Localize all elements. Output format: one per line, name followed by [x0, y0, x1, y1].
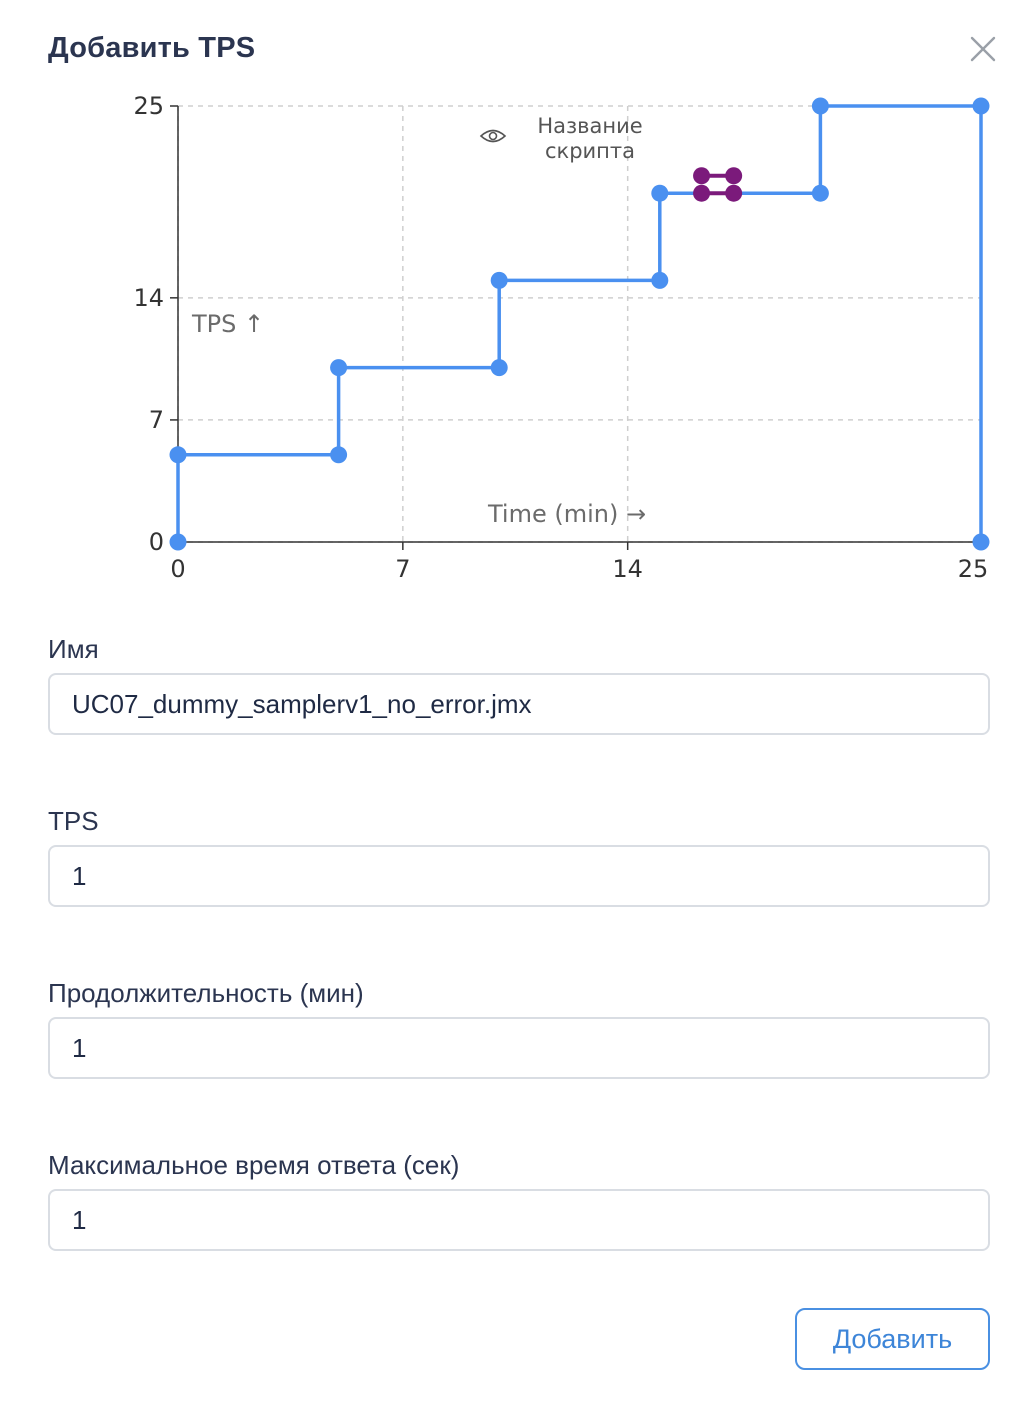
- data-point: [490, 271, 508, 289]
- y-tick-label: 0: [149, 528, 164, 556]
- x-tick-label: 7: [395, 555, 410, 583]
- series-line: [176, 104, 983, 542]
- dialog-title: Добавить TPS: [48, 32, 256, 64]
- name-input[interactable]: [48, 673, 990, 735]
- name-label: Имя: [48, 634, 99, 664]
- y-tick-label: 7: [149, 406, 164, 434]
- tps-input[interactable]: [48, 845, 990, 907]
- data-point: [490, 359, 508, 377]
- eye-icon: [479, 129, 507, 143]
- data-point: [651, 184, 669, 202]
- data-point: [972, 533, 990, 551]
- data-point: [651, 271, 669, 289]
- close-icon: [970, 36, 996, 62]
- x-tick-label: 14: [612, 555, 643, 583]
- tps-chart: 0 7 14 25 0 7 14 25 TPS ↑ Time (min) → Название скр…: [0, 80, 1034, 600]
- max-response-label: Максимальное время ответа (сек): [48, 1150, 460, 1180]
- legend-label-line1: Название: [537, 114, 642, 138]
- x-tick-label: 25: [958, 555, 989, 583]
- marker-point: [725, 184, 743, 202]
- marker-point: [693, 184, 711, 202]
- data-point: [811, 184, 829, 202]
- data-point: [330, 359, 348, 377]
- duration-input[interactable]: [48, 1017, 990, 1079]
- legend-label-line2: скрипта: [545, 139, 635, 163]
- max-response-input[interactable]: [48, 1189, 990, 1251]
- data-point: [169, 533, 187, 551]
- add-button[interactable]: Добавить: [795, 1308, 990, 1370]
- y-tick-label: 14: [133, 284, 164, 312]
- x-tick-label: 0: [170, 555, 185, 583]
- tps-chart-svg: 0 7 14 25 0 7 14 25 TPS ↑ Time (min) → Названиескр…: [133, 92, 990, 583]
- tps-label: TPS: [48, 806, 99, 836]
- duration-label: Продолжительность (мин): [48, 978, 364, 1008]
- marker-point: [725, 167, 743, 185]
- data-point: [330, 446, 348, 464]
- data-point: [169, 446, 187, 464]
- add-tps-dialog: Добавить TPS 0 7 14 25 0 7 14 25 TPS ↑ Time (min)…: [0, 0, 1034, 1407]
- y-axis-label: TPS ↑: [191, 310, 264, 338]
- x-axis-label: Time (min) →: [487, 500, 646, 528]
- marker-point: [693, 167, 711, 185]
- data-point: [972, 97, 990, 115]
- data-point: [811, 97, 829, 115]
- y-tick-label: 25: [133, 92, 164, 120]
- close-button[interactable]: [964, 30, 1002, 68]
